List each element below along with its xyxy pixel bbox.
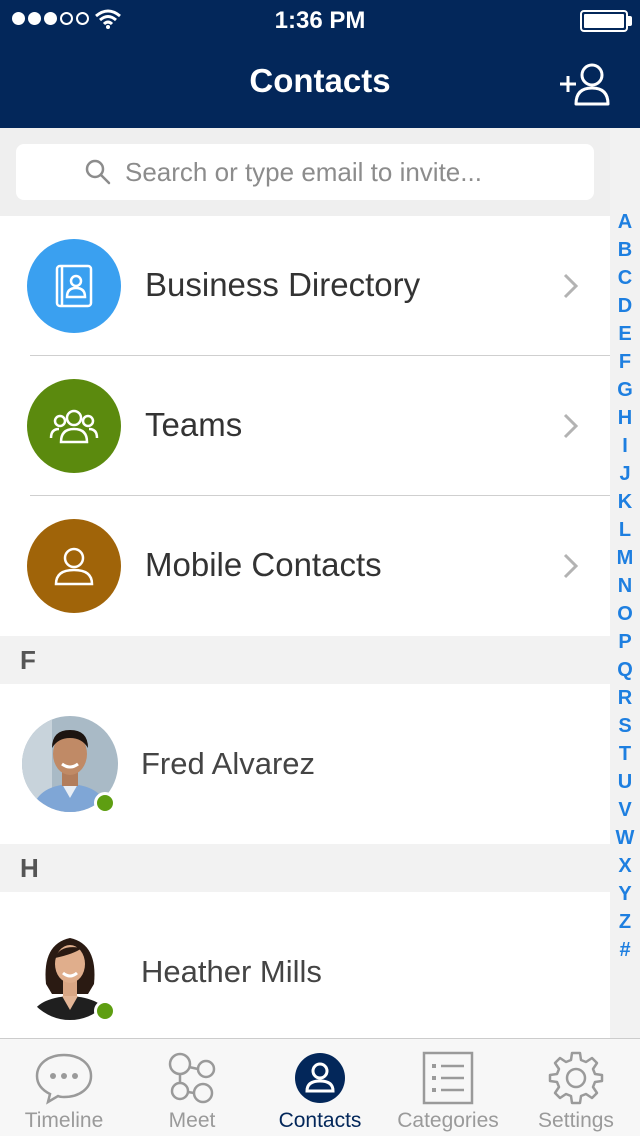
tab-label: Settings bbox=[538, 1109, 614, 1132]
index-letter[interactable]: S bbox=[618, 712, 631, 740]
index-letter[interactable]: L bbox=[619, 516, 631, 544]
tab-meet[interactable]: Meet bbox=[128, 1039, 256, 1136]
search-field[interactable] bbox=[16, 144, 594, 200]
index-letter[interactable]: Z bbox=[619, 908, 631, 936]
status-bar: 1:36 PM bbox=[0, 0, 640, 40]
tab-label: Timeline bbox=[24, 1109, 104, 1132]
index-letter[interactable]: O bbox=[617, 600, 633, 628]
address-book-icon bbox=[55, 264, 93, 308]
teams-avatar bbox=[27, 379, 121, 473]
index-letter[interactable]: H bbox=[618, 404, 632, 432]
index-letter[interactable]: U bbox=[618, 768, 632, 796]
battery-icon bbox=[580, 10, 628, 32]
search-input[interactable] bbox=[125, 156, 525, 188]
tab-categories[interactable]: Categories bbox=[384, 1039, 512, 1136]
index-letter[interactable]: # bbox=[619, 936, 630, 964]
page-title: Contacts bbox=[249, 62, 391, 99]
index-letter[interactable]: M bbox=[617, 544, 634, 572]
contact-name: Fred Alvarez bbox=[141, 746, 316, 781]
group-icon bbox=[49, 409, 99, 444]
index-letter[interactable]: E bbox=[618, 320, 631, 348]
directory-label: Mobile Contacts bbox=[145, 546, 382, 583]
index-letter[interactable]: N bbox=[618, 572, 632, 600]
chat-bubble-icon bbox=[35, 1053, 93, 1105]
contact-name: Heather Mills bbox=[141, 954, 322, 989]
chevron-right-icon bbox=[563, 553, 579, 579]
index-letter[interactable]: A bbox=[618, 208, 632, 236]
index-letter[interactable]: K bbox=[618, 488, 632, 516]
mobile-contacts-avatar bbox=[27, 519, 121, 613]
status-time: 1:36 PM bbox=[274, 7, 366, 34]
tab-label: Meet bbox=[168, 1109, 216, 1132]
index-letter[interactable]: I bbox=[622, 432, 628, 460]
chevron-right-icon bbox=[563, 273, 579, 299]
tab-contacts[interactable]: Contacts bbox=[256, 1039, 384, 1136]
mobile-contacts-row[interactable]: Mobile Contacts bbox=[0, 496, 610, 636]
tab-label: Contacts bbox=[278, 1109, 362, 1132]
alphabet-index[interactable]: A B C D E F G H I J K L M N O P Q R S T … bbox=[610, 208, 640, 964]
teams-row[interactable]: Teams bbox=[0, 356, 610, 496]
search-bar bbox=[0, 128, 610, 216]
presence-indicator bbox=[94, 1000, 116, 1022]
index-letter[interactable]: C bbox=[618, 264, 632, 292]
section-header-f: F bbox=[0, 636, 610, 684]
business-directory-row[interactable]: Business Directory bbox=[0, 216, 610, 356]
index-letter[interactable]: W bbox=[616, 824, 635, 852]
contact-row[interactable]: Heather Mills bbox=[0, 892, 610, 1052]
list-icon bbox=[422, 1051, 474, 1105]
index-letter[interactable]: T bbox=[619, 740, 631, 768]
index-letter[interactable]: X bbox=[618, 852, 631, 880]
search-icon bbox=[85, 159, 111, 185]
index-letter[interactable]: J bbox=[619, 460, 630, 488]
nav-header: 1:36 PM Contacts bbox=[0, 0, 640, 128]
presence-indicator bbox=[94, 792, 116, 814]
index-letter[interactable]: F bbox=[619, 348, 631, 376]
index-letter[interactable]: Y bbox=[618, 880, 631, 908]
directory-label: Business Directory bbox=[145, 266, 421, 303]
business-directory-avatar bbox=[27, 239, 121, 333]
contacts-list: Business Directory Teams Mobile Contacts… bbox=[0, 216, 610, 1052]
chevron-right-icon bbox=[563, 413, 579, 439]
section-header-h: H bbox=[0, 844, 610, 892]
tab-timeline[interactable]: Timeline bbox=[0, 1039, 128, 1136]
index-letter[interactable]: Q bbox=[617, 656, 633, 684]
contact-row[interactable]: Fred Alvarez bbox=[0, 684, 610, 844]
index-letter[interactable]: G bbox=[617, 376, 633, 404]
index-letter[interactable]: V bbox=[618, 796, 631, 824]
contact-icon bbox=[295, 1053, 345, 1103]
add-contact-icon[interactable] bbox=[556, 60, 612, 108]
directory-label: Teams bbox=[145, 406, 243, 443]
index-letter[interactable]: R bbox=[618, 684, 632, 712]
index-letter[interactable]: P bbox=[618, 628, 631, 656]
index-letter[interactable]: D bbox=[618, 292, 632, 320]
tab-settings[interactable]: Settings bbox=[512, 1039, 640, 1136]
person-icon bbox=[54, 547, 94, 586]
tab-label: Categories bbox=[397, 1109, 499, 1132]
gear-icon bbox=[548, 1051, 604, 1105]
meet-nodes-icon bbox=[168, 1052, 216, 1104]
index-letter[interactable]: B bbox=[618, 236, 632, 264]
tab-bar: Timeline Meet Contacts Categories Settin… bbox=[0, 1038, 640, 1136]
